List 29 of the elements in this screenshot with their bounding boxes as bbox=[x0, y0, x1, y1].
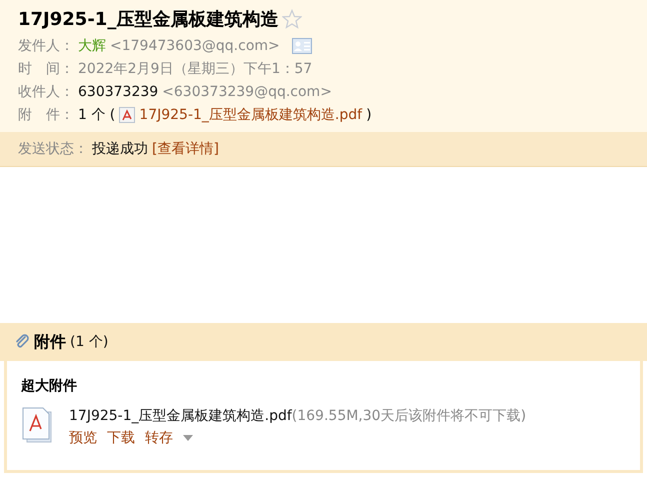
attachment-link[interactable]: 17J925-1_压型金属板建筑构造.pdf bbox=[139, 106, 362, 124]
sender-address: <179473603@qq.com> bbox=[110, 38, 280, 54]
file-info: (169.55M,30天后该附件将不可下载) bbox=[292, 408, 526, 424]
mail-subject: 17J925-1_压型金属板建筑构造 bbox=[18, 8, 278, 31]
recipient-address: <630373239@qq.com> bbox=[162, 84, 332, 100]
pdf-icon bbox=[119, 106, 136, 122]
paperclip-icon bbox=[14, 334, 30, 350]
field-label: 发件人： bbox=[18, 36, 74, 54]
section-title: 超大附件 bbox=[21, 377, 78, 395]
field-label: 时 间： bbox=[18, 60, 74, 78]
attachments-title: 附件 bbox=[34, 332, 66, 352]
recipient-name: 630373239 bbox=[78, 84, 158, 100]
details-link[interactable]: [查看详情] bbox=[152, 140, 219, 158]
file-action-link[interactable]: 预览 bbox=[69, 429, 97, 447]
status-label: 发送状态： bbox=[18, 140, 88, 158]
field-label: 收件人： bbox=[18, 82, 74, 100]
star-icon[interactable] bbox=[282, 9, 302, 29]
field-label: 附 件： bbox=[18, 106, 74, 124]
file-name: 17J925-1_压型金属板建筑构造.pdf bbox=[69, 408, 292, 424]
status-value: 投递成功 bbox=[92, 140, 148, 158]
sender-name[interactable]: 大辉 bbox=[78, 36, 106, 54]
attachment-count: 1 个 ( bbox=[78, 106, 116, 124]
sent-time: 2022年2月9日（星期三）下午1：57 bbox=[78, 60, 312, 78]
caret-icon[interactable] bbox=[183, 435, 193, 441]
attachments-count: (1 个) bbox=[70, 333, 108, 351]
file-action-link[interactable]: 下载 bbox=[107, 429, 135, 447]
file-action-link[interactable]: 转存 bbox=[145, 429, 173, 447]
paren-text: ) bbox=[366, 106, 372, 122]
contact-card-icon[interactable] bbox=[292, 38, 312, 54]
